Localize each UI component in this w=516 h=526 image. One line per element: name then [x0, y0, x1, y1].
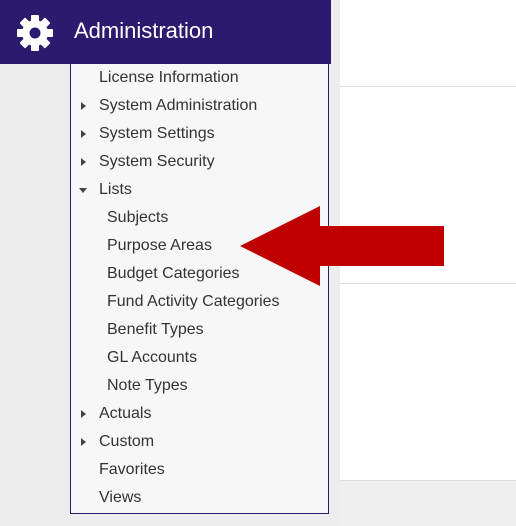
- menu-item-label: License Information: [99, 69, 239, 86]
- arrow-shape: [240, 206, 444, 286]
- caret-right-icon[interactable]: [81, 102, 86, 110]
- caret-right-icon[interactable]: [81, 410, 86, 418]
- menu-item-label: Note Types: [107, 377, 188, 394]
- gear-icon: [17, 15, 53, 51]
- menu-item-label: Benefit Types: [107, 321, 204, 338]
- menu-item-label: Subjects: [107, 209, 169, 226]
- menu-item-label: System Administration: [99, 97, 258, 114]
- menu-item-favorites[interactable]: Favorites: [71, 456, 328, 484]
- caret-right-icon[interactable]: [81, 158, 86, 166]
- menu-item-label: Favorites: [99, 461, 165, 478]
- menu-item-views[interactable]: Views: [71, 484, 328, 512]
- admin-menu: License Information System Administratio…: [70, 64, 329, 514]
- menu-item-label: Actuals: [99, 405, 152, 422]
- menu-item-gl-accounts[interactable]: GL Accounts: [71, 344, 328, 372]
- menu-item-license-information[interactable]: License Information: [71, 64, 328, 92]
- header-title: Administration: [74, 18, 214, 43]
- menu-item-label: System Settings: [99, 125, 215, 142]
- menu-item-label: Lists: [99, 181, 132, 198]
- menu-item-benefit-types[interactable]: Benefit Types: [71, 316, 328, 344]
- content-divider: [340, 86, 516, 87]
- admin-header[interactable]: Administration: [0, 0, 331, 64]
- caret-right-icon[interactable]: [81, 438, 86, 446]
- menu-item-lists[interactable]: Lists: [71, 176, 328, 204]
- menu-item-system-administration[interactable]: System Administration: [71, 92, 328, 120]
- menu-item-label: Fund Activity Categories: [107, 293, 280, 310]
- menu-item-custom[interactable]: Custom: [71, 428, 328, 456]
- menu-item-label: Purpose Areas: [107, 237, 212, 254]
- menu-item-actuals[interactable]: Actuals: [71, 400, 328, 428]
- caret-down-icon[interactable]: [79, 188, 87, 193]
- menu-item-label: Views: [99, 489, 142, 506]
- menu-item-label: Budget Categories: [107, 265, 240, 282]
- menu-item-fund-activity-categories[interactable]: Fund Activity Categories: [71, 288, 328, 316]
- annotation-arrow: [240, 206, 444, 286]
- menu-item-label: Custom: [99, 433, 155, 450]
- content-footer: [340, 480, 516, 526]
- menu-item-system-security[interactable]: System Security: [71, 148, 328, 176]
- menu-item-label: GL Accounts: [107, 349, 198, 366]
- caret-right-icon[interactable]: [81, 130, 86, 138]
- menu-item-label: System Security: [99, 153, 215, 170]
- menu-item-system-settings[interactable]: System Settings: [71, 120, 328, 148]
- menu-item-note-types[interactable]: Note Types: [71, 372, 328, 400]
